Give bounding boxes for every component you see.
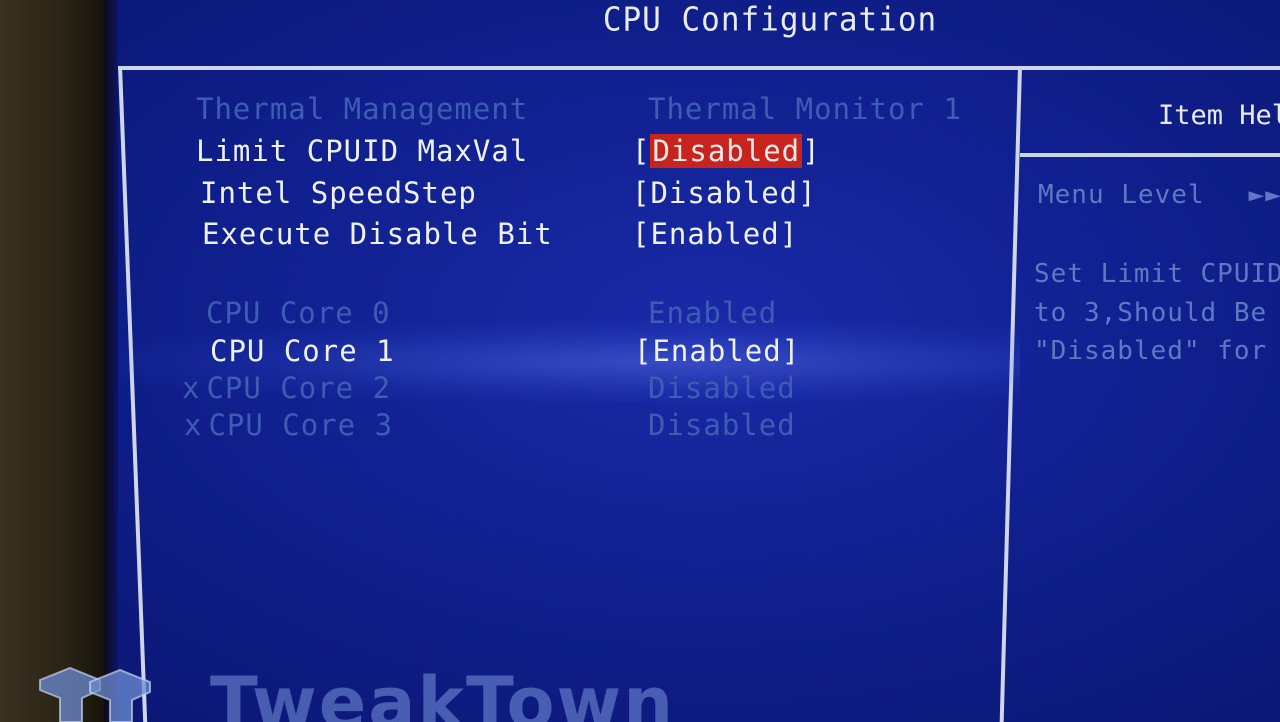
bracket-close: ] xyxy=(802,134,821,168)
bracket-close: ] xyxy=(798,176,817,210)
menu-level-arrows-icon: ►► xyxy=(1248,180,1280,210)
option-value[interactable]: Disabled xyxy=(650,176,798,210)
bracket-open: [ xyxy=(632,176,651,210)
setting-label-thermal-management: Thermal Management xyxy=(196,92,529,126)
setting-value-cpu-core-0: Enabled xyxy=(648,296,778,330)
watermark: TweakTown xyxy=(30,660,673,722)
monitor-bezel-edge xyxy=(104,0,118,722)
label-text: CPU Core 2 xyxy=(206,371,392,405)
option-value[interactable]: Enabled xyxy=(652,334,781,368)
bracket-open: [ xyxy=(634,334,653,368)
setting-label-cpu-core-0: CPU Core 0 xyxy=(206,296,391,330)
setting-value-intel-speedstep[interactable]: [Disabled] xyxy=(632,176,817,210)
label-text: CPU Core 3 xyxy=(208,408,394,442)
help-text-line-3: "Disabled" for Wi xyxy=(1034,336,1280,366)
bracket-close: ] xyxy=(781,334,801,368)
setting-label-intel-speedstep[interactable]: Intel SpeedStep xyxy=(200,176,477,210)
setting-label-cpu-core-2: x CPU Core 2 xyxy=(182,371,391,405)
page-title: CPU Configuration xyxy=(602,1,938,39)
menu-level-row: Menu Level ►► xyxy=(1038,180,1280,210)
help-panel-title: Item Hel xyxy=(1158,100,1280,131)
watermark-text: TweakTown xyxy=(210,662,676,722)
setting-label-cpu-core-1[interactable]: CPU Core 1 xyxy=(210,334,395,368)
setting-value-cpu-core-2: Disabled xyxy=(648,371,796,405)
tweaktown-logo-icon xyxy=(39,666,151,722)
help-text-line-2: to 3,Should Be xyxy=(1034,298,1268,328)
setting-value-execute-disable-bit[interactable]: [Enabled] xyxy=(632,217,798,251)
selected-value[interactable]: Disabled xyxy=(650,134,803,168)
help-panel-title-divider xyxy=(1020,153,1280,157)
bracket-close: ] xyxy=(779,217,799,251)
setting-value-thermal-management: Thermal Monitor 1 xyxy=(648,92,962,126)
bios-screen: CPU Configuration Thermal Management The… xyxy=(0,0,1280,722)
menu-level-label: Menu Level xyxy=(1038,180,1205,210)
setting-label-limit-cpuid-maxval[interactable]: Limit CPUID MaxVal xyxy=(196,134,528,168)
monitor-bezel xyxy=(0,0,112,722)
setting-value-cpu-core-1[interactable]: [Enabled] xyxy=(634,334,800,368)
bracket-open: [ xyxy=(632,217,651,251)
unavailable-marker: x xyxy=(184,408,203,442)
option-value[interactable]: Enabled xyxy=(650,217,779,251)
setting-value-limit-cpuid-maxval[interactable]: [Disabled] xyxy=(632,134,821,168)
setting-value-cpu-core-3: Disabled xyxy=(648,408,796,442)
unavailable-marker: x xyxy=(182,371,201,405)
help-panel-top-border xyxy=(1018,66,1280,70)
setting-label-cpu-core-3: x CPU Core 3 xyxy=(184,408,393,442)
bracket-open: [ xyxy=(632,134,651,168)
setting-label-execute-disable-bit[interactable]: Execute Disable Bit xyxy=(202,217,553,251)
help-text-line-1: Set Limit CPUID xyxy=(1034,259,1280,289)
